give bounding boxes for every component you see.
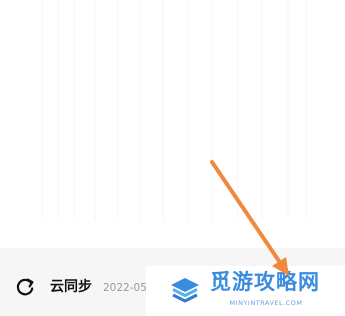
- content-area: [0, 0, 345, 248]
- refresh-icon[interactable]: [14, 276, 36, 298]
- watermark-title: 觅游攻略网: [210, 270, 320, 294]
- watermark-subtitle: MINYINTRAVEL.COM: [229, 299, 303, 307]
- app-screen: 云同步 2022-05-2 觅游攻略网 MINYINTRAVEL.COM: [0, 0, 345, 316]
- watermark: 觅游攻略网 MINYINTRAVEL.COM: [146, 266, 345, 316]
- background-texture: [41, 0, 307, 220]
- cloud-sync-button[interactable]: 云同步: [50, 278, 92, 296]
- stacked-layers-logo-icon: [171, 278, 199, 303]
